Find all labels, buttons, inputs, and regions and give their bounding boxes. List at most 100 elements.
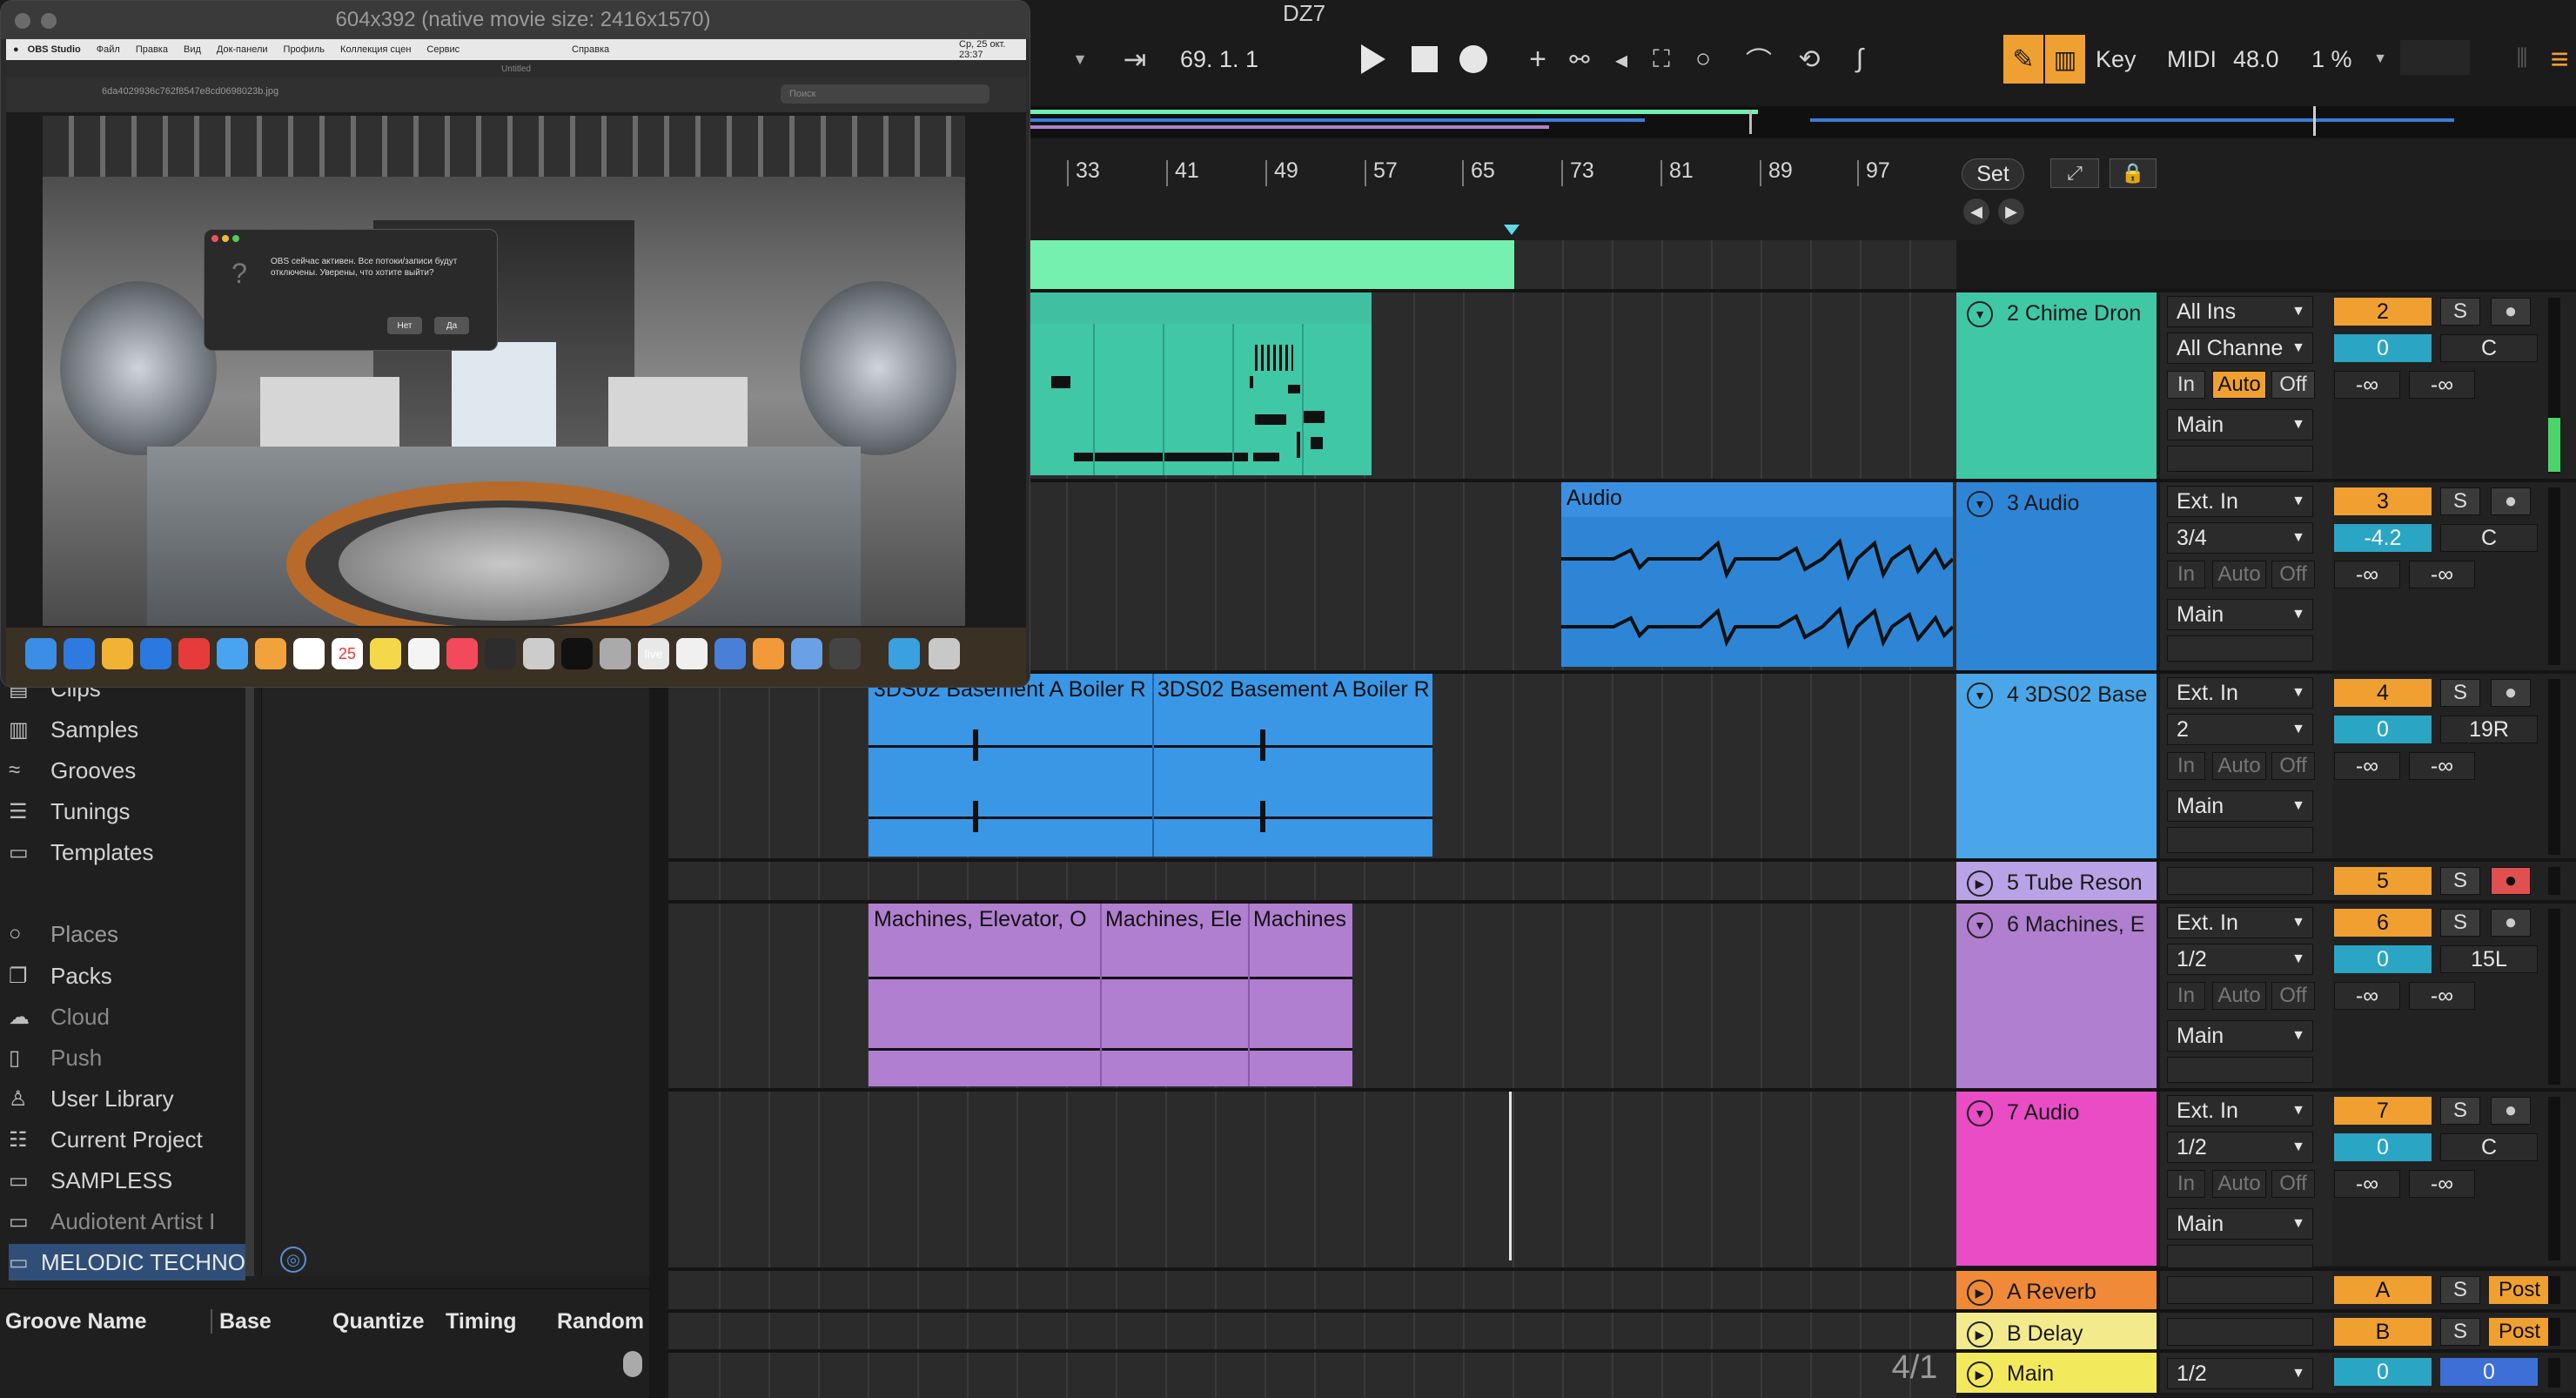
track-activator[interactable]: 7 (2334, 1097, 2432, 1125)
monitor-auto-button[interactable]: Auto (2212, 752, 2266, 780)
record-arm-icon[interactable]: ● (2491, 867, 2531, 895)
solo-button[interactable]: S (2440, 1097, 2480, 1125)
lock-icon[interactable]: 🔒 (2110, 158, 2157, 188)
dock-app-icon[interactable] (485, 638, 516, 669)
volume-field[interactable]: 0 (2334, 334, 2432, 362)
record-arm-icon[interactable]: ● (2491, 487, 2531, 515)
dock-app-icon[interactable] (600, 638, 631, 669)
input-channel-select[interactable]: All Channe (2167, 333, 2313, 364)
dock-app-icon[interactable] (929, 638, 960, 669)
clip-machines-c[interactable]: Machines (1248, 904, 1352, 1086)
mac-menu-item[interactable]: Док-панели (217, 44, 268, 55)
input-type-select[interactable]: All Ins (2167, 296, 2313, 327)
send-level-field[interactable]: -∞ (2409, 371, 2475, 399)
dock-app-icon[interactable] (829, 638, 861, 669)
input-type-select[interactable]: Ext. In (2167, 486, 2313, 517)
track-header[interactable]: ▼ 2 Chime Dron (1956, 292, 2157, 479)
send-level-field[interactable]: -∞ (2334, 982, 2400, 1010)
loop-icon[interactable]: ⟲ (1788, 35, 1831, 84)
groove-column-header[interactable]: Groove Name (5, 1309, 147, 1334)
dock-app-icon[interactable] (523, 638, 554, 669)
monitor-auto-button[interactable]: Auto (2212, 371, 2266, 399)
close-window-icon[interactable] (15, 13, 30, 29)
dock-app-icon[interactable] (255, 638, 286, 669)
menu-icon[interactable]: ≡ (2543, 37, 2576, 82)
pencil-icon[interactable]: ✎ (2003, 35, 2043, 84)
pan-field[interactable]: C (2440, 1133, 2538, 1161)
output-channel-select[interactable] (2167, 635, 2313, 662)
dock-app-icon[interactable] (217, 638, 248, 669)
solo-button[interactable]: S (2440, 487, 2480, 515)
output-select[interactable]: Main (2167, 1020, 2313, 1052)
track-fold-icon[interactable]: ▶ (1967, 1361, 1993, 1388)
clip-chime-midi[interactable] (1027, 292, 1372, 475)
groove-column-header[interactable]: Random (557, 1309, 644, 1334)
dock-app-icon[interactable] (178, 638, 210, 669)
places-item[interactable]: ❐ Packs (9, 958, 245, 994)
record-arm-icon[interactable]: ● (2491, 1097, 2531, 1125)
volume-field[interactable]: 0 (2334, 945, 2432, 973)
dock-app-icon[interactable] (408, 638, 439, 669)
input-channel-select[interactable]: 3/4 (2167, 522, 2313, 554)
chevron-down-icon[interactable]: ▼ (1067, 44, 1093, 75)
solo-button[interactable]: S (2440, 679, 2480, 707)
solo-button[interactable]: S (2440, 909, 2480, 937)
dock-app-icon[interactable] (25, 638, 57, 669)
mac-menu-item[interactable]: Коллекция сцен (340, 44, 411, 55)
dock-app-icon[interactable] (561, 638, 593, 669)
solo-button[interactable]: S (2440, 1318, 2480, 1346)
output-channel-select[interactable]: 1/2 (2167, 1358, 2313, 1389)
places-item[interactable]: ▯ Push (9, 1039, 245, 1076)
piano-keys-icon[interactable]: ▥ (2045, 35, 2085, 84)
midi-map-button[interactable]: MIDI (2167, 33, 2228, 85)
clip-basement-b[interactable]: 3DS02 Basement A Boiler R (1152, 674, 1432, 857)
track-fold-icon[interactable]: ▶ (1967, 1321, 1993, 1348)
play-button[interactable] (1351, 35, 1394, 84)
song-position-display[interactable]: 69. 1. 1 (1180, 33, 1354, 85)
track-header[interactable]: ▼ 4 3DS02 Base (1956, 674, 2157, 860)
panel-divider[interactable] (649, 675, 668, 1398)
monitor-in-button[interactable]: In (2167, 982, 2205, 1010)
output-select[interactable]: Main (2167, 599, 2313, 630)
dock-app-icon[interactable] (446, 638, 478, 669)
master-volume-field[interactable]: 0 (2440, 1358, 2538, 1386)
minimize-window-icon[interactable] (41, 13, 57, 29)
track-header[interactable]: ▼ 7 Audio (1956, 1092, 2157, 1266)
monitor-auto-button[interactable]: Auto (2212, 982, 2266, 1010)
link-icon[interactable]: ⚯ (1558, 35, 1601, 84)
record-arm-icon[interactable]: ● (2491, 679, 2531, 707)
volume-field[interactable]: -4.2 (2334, 524, 2432, 552)
send-level-field[interactable]: -∞ (2409, 752, 2475, 780)
solo-button[interactable]: S (2440, 867, 2480, 895)
track-activator[interactable]: A (2334, 1276, 2432, 1304)
track-activator[interactable]: 5 (2334, 867, 2432, 895)
clip-track1[interactable] (1027, 240, 1514, 289)
mac-menu-item[interactable]: Профиль (284, 44, 325, 55)
browser-scrollbar[interactable] (245, 675, 254, 1276)
dock-app-icon[interactable] (140, 638, 171, 669)
track-fold-icon[interactable]: ▼ (1967, 682, 1993, 709)
draw-mode-icon[interactable]: ∫ (1838, 35, 1882, 84)
output-select[interactable]: Main (2167, 790, 2313, 822)
track-activator[interactable]: 2 (2334, 298, 2432, 326)
mac-menu-item[interactable]: Вид (184, 44, 201, 55)
places-item[interactable]: ☁ Cloud (9, 998, 245, 1035)
track-fold-icon[interactable]: ▼ (1967, 301, 1993, 327)
track-header[interactable]: ▶ B Delay (1956, 1313, 2157, 1351)
send-level-field[interactable]: -∞ (2334, 371, 2400, 399)
monitor-off-button[interactable]: Off (2271, 561, 2315, 588)
clip-machines-b[interactable]: Machines, Ele (1100, 904, 1248, 1086)
output-select[interactable]: Main (2167, 409, 2313, 440)
browser-category-templates[interactable]: ▭ Templates (9, 834, 154, 870)
stop-button[interactable] (1403, 35, 1446, 84)
input-type-select[interactable]: Ext. In (2167, 677, 2313, 709)
volume-field[interactable]: 0 (2334, 716, 2432, 743)
places-item[interactable]: ▭ Audiotent Artist I (9, 1203, 245, 1240)
browser-category-samples[interactable]: ▥ Samples (9, 711, 138, 748)
browser-content-pane[interactable] (261, 675, 649, 1276)
send-level-field[interactable]: -∞ (2409, 1170, 2475, 1198)
clip-machines-a[interactable]: Machines, Elevator, O (869, 904, 1100, 1086)
dock-app-icon[interactable] (293, 638, 325, 669)
solo-button[interactable]: S (2440, 1276, 2480, 1304)
places-item[interactable]: ♙ User Library (9, 1080, 245, 1117)
